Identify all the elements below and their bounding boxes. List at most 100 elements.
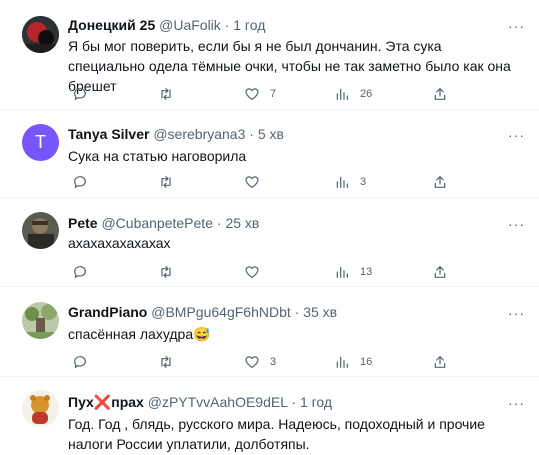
like-button[interactable] xyxy=(244,173,270,191)
tweet-text: Год. Год , блядь, русского мира. Надеюсь… xyxy=(68,416,485,452)
avatar-photo-icon xyxy=(22,16,59,53)
share-button[interactable] xyxy=(432,173,448,191)
reply-icon xyxy=(74,266,86,278)
display-name[interactable]: Донецкий 25 xyxy=(68,17,155,33)
avatar-letter: T xyxy=(35,132,46,152)
tweet-actions: 3 16 xyxy=(68,353,508,373)
share-icon xyxy=(434,266,446,278)
heart-icon xyxy=(245,356,259,368)
share-icon xyxy=(434,356,446,368)
share-button[interactable] xyxy=(432,263,448,281)
reply-icon xyxy=(74,88,86,100)
views-button[interactable]: 13 xyxy=(334,263,372,281)
tweet-text: ахахахахахахах xyxy=(68,235,171,251)
reply-button[interactable] xyxy=(72,173,98,191)
retweet-button[interactable] xyxy=(158,353,184,371)
retweet-button[interactable] xyxy=(158,263,184,281)
display-name[interactable]: Пух❌прах xyxy=(68,394,144,410)
winnie-pooh-avatar-icon xyxy=(22,390,59,427)
heart-icon xyxy=(245,88,259,100)
like-count: 3 xyxy=(270,356,277,368)
more-icon[interactable]: ··· xyxy=(508,306,525,320)
tweet-5[interactable]: Пух❌прах @zPYTvvAahOE9dEL · 1 год ··· Го… xyxy=(0,377,539,455)
share-icon xyxy=(434,88,446,100)
retweet-icon xyxy=(161,356,171,368)
reply-button[interactable] xyxy=(72,263,98,281)
display-name-part: Пух xyxy=(68,394,94,410)
more-icon[interactable]: ··· xyxy=(508,128,525,142)
separator: · xyxy=(220,17,234,33)
reply-button[interactable] xyxy=(72,85,98,103)
tweet-actions: 3 xyxy=(68,173,508,193)
display-name[interactable]: GrandPiano xyxy=(68,304,147,320)
share-button[interactable] xyxy=(432,353,448,371)
share-button[interactable] xyxy=(432,85,448,103)
avatar-photo-icon xyxy=(22,212,59,249)
tweet-text: Сука на статью наговорила xyxy=(68,148,247,164)
retweet-button[interactable] xyxy=(158,173,184,191)
user-handle[interactable]: @UaFolik xyxy=(159,17,221,33)
user-handle[interactable]: @BMPgu64gF6hNDbt xyxy=(151,304,291,320)
tweet-2[interactable]: T Tanya Silver @serebryana3 · 5 хв ··· С… xyxy=(0,110,539,198)
separator: · xyxy=(290,304,304,320)
reply-icon xyxy=(74,176,86,188)
reply-button[interactable] xyxy=(72,353,98,371)
user-handle[interactable]: @zPYTvvAahOE9dEL xyxy=(148,394,288,410)
retweet-icon xyxy=(161,88,171,100)
tweet-4[interactable]: GrandPiano @BMPgu64gF6hNDbt · 35 хв ··· … xyxy=(0,287,539,377)
timestamp[interactable]: 35 хв xyxy=(303,304,337,320)
view-count: 16 xyxy=(360,356,373,368)
timestamp[interactable]: 5 хв xyxy=(258,126,284,142)
views-button[interactable]: 26 xyxy=(334,85,372,103)
avatar[interactable] xyxy=(22,390,59,427)
views-chart-icon xyxy=(336,356,348,368)
tweet-header: Донецкий 25 @UaFolik · 1 год xyxy=(68,17,265,34)
separator: · xyxy=(287,394,300,410)
views-chart-icon xyxy=(336,88,348,100)
like-button[interactable] xyxy=(244,263,270,281)
avatar[interactable] xyxy=(22,212,59,249)
more-icon[interactable]: ··· xyxy=(508,396,525,410)
more-icon[interactable]: ··· xyxy=(508,217,525,231)
tweet-3[interactable]: Pete @CubanpetePete · 25 хв ··· ахахахах… xyxy=(0,198,539,287)
share-icon xyxy=(434,176,446,188)
tweet-header: Tanya Silver @serebryana3 · 5 хв xyxy=(68,126,284,143)
more-icon[interactable]: ··· xyxy=(508,19,525,33)
views-chart-icon xyxy=(336,266,348,278)
avatar[interactable]: T xyxy=(22,124,59,161)
views-button[interactable]: 3 xyxy=(334,173,366,191)
like-button[interactable]: 3 xyxy=(244,353,276,371)
avatar-photo-icon xyxy=(22,302,59,339)
separator: · xyxy=(245,126,258,142)
tweet-header: GrandPiano @BMPgu64gF6hNDbt · 35 хв xyxy=(68,304,337,321)
views-chart-icon xyxy=(336,176,348,188)
user-handle[interactable]: @CubanpetePete xyxy=(101,215,213,231)
heart-icon xyxy=(245,176,259,188)
views-button[interactable]: 16 xyxy=(334,353,372,371)
tweet-actions: 13 xyxy=(68,263,508,283)
like-count: 7 xyxy=(270,88,277,100)
display-name[interactable]: Tanya Silver xyxy=(68,126,149,142)
tweet-actions: 7 26 xyxy=(68,85,508,105)
timestamp[interactable]: 25 хв xyxy=(225,215,259,231)
timestamp[interactable]: 1 год xyxy=(300,394,332,410)
tweet-header: Pete @CubanpetePete · 25 хв xyxy=(68,215,259,232)
view-count: 3 xyxy=(360,176,367,188)
avatar[interactable] xyxy=(22,16,59,53)
reply-icon xyxy=(74,356,86,368)
retweet-icon xyxy=(161,266,171,278)
tweet-header: Пух❌прах @zPYTvvAahOE9dEL · 1 год xyxy=(68,394,332,411)
avatar[interactable] xyxy=(22,302,59,339)
heart-icon xyxy=(245,266,259,278)
cross-mark-icon: ❌ xyxy=(93,394,112,410)
display-name-part: прах xyxy=(111,394,144,410)
retweet-icon xyxy=(161,176,171,188)
view-count: 26 xyxy=(360,88,373,100)
tweet-text: спасённая лахудра😅 xyxy=(68,326,211,342)
timestamp[interactable]: 1 год xyxy=(233,17,265,33)
user-handle[interactable]: @serebryana3 xyxy=(153,126,245,142)
retweet-button[interactable] xyxy=(158,85,184,103)
display-name[interactable]: Pete xyxy=(68,215,98,231)
like-button[interactable]: 7 xyxy=(244,85,276,103)
tweet-1[interactable]: Донецкий 25 @UaFolik · 1 год ··· Я бы мо… xyxy=(0,0,539,110)
